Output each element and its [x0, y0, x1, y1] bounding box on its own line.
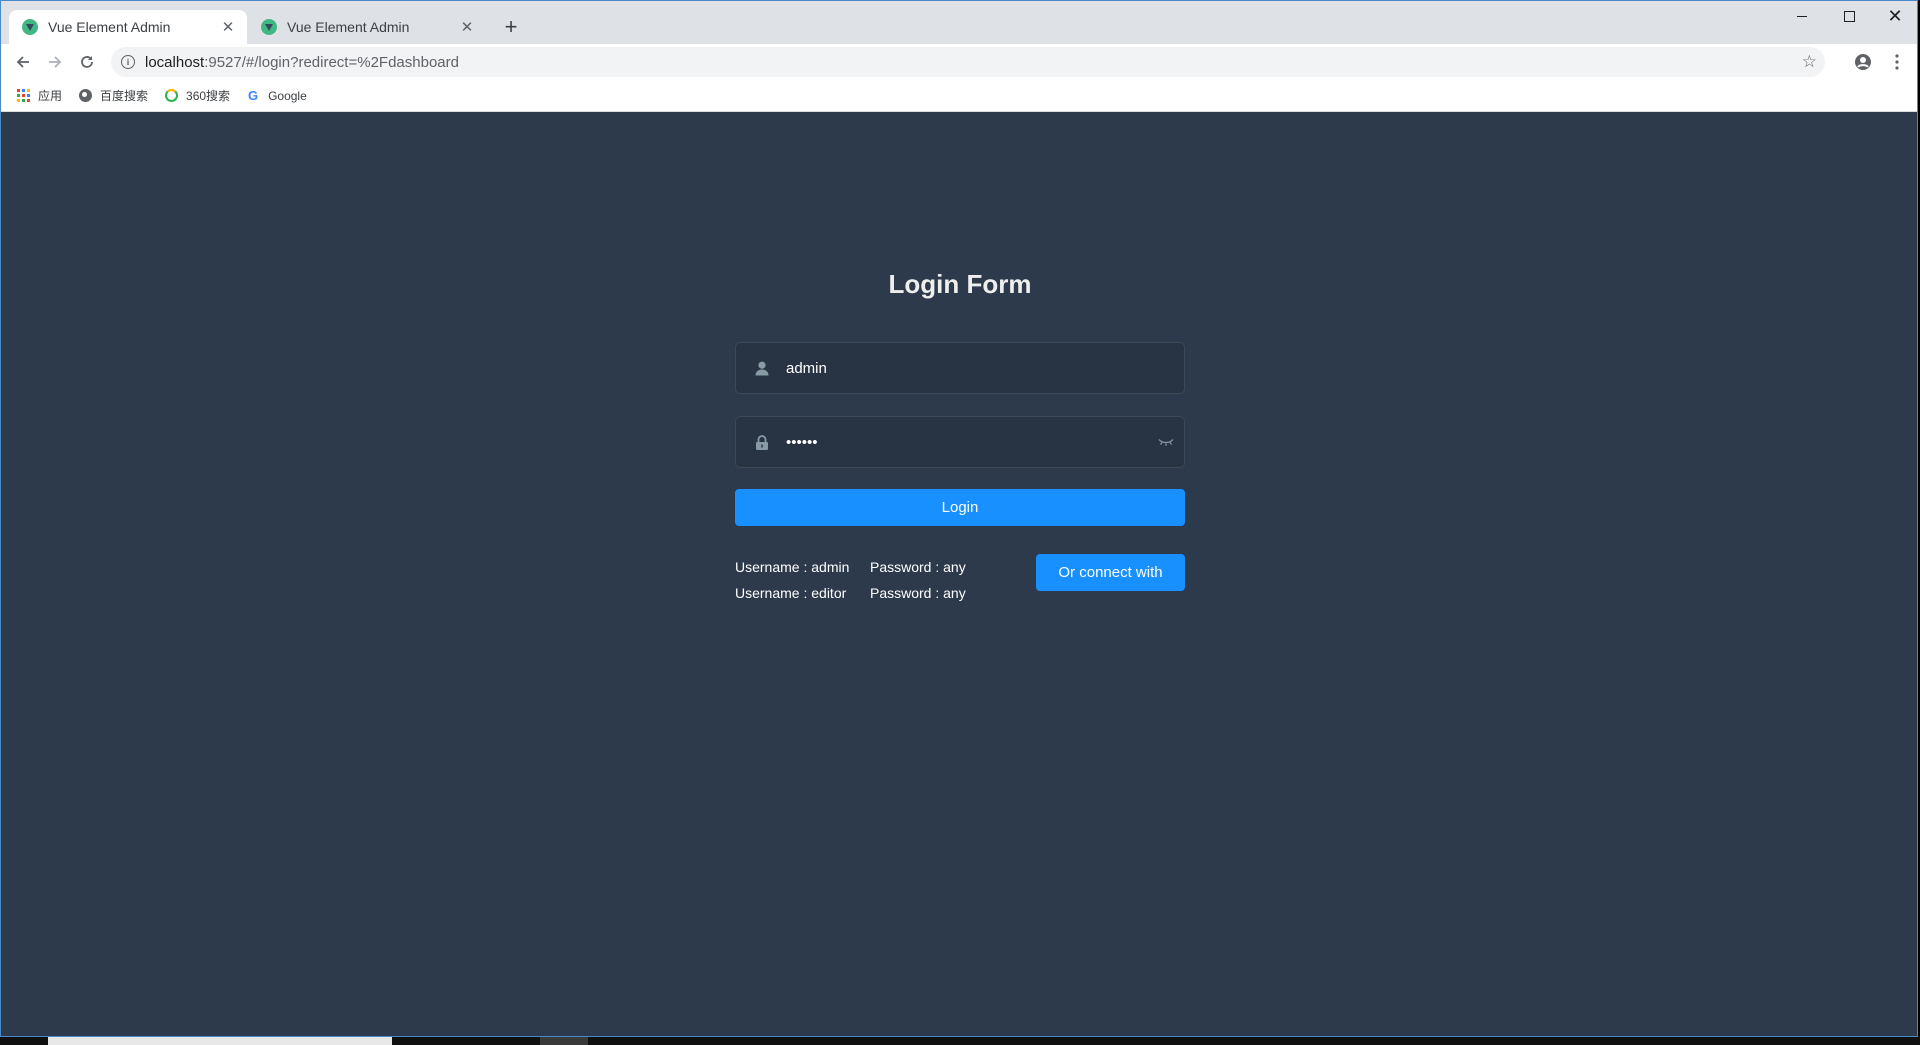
taskbar-item[interactable] — [48, 1037, 392, 1045]
back-icon[interactable] — [9, 48, 37, 76]
bookmark-label: 应用 — [38, 89, 63, 103]
bookmark-baidu[interactable]: 百度搜索 — [78, 87, 148, 104]
tab-title: Vue Element Admin — [48, 19, 171, 35]
tab-active[interactable]: Vue Element Admin ✕ — [9, 10, 247, 44]
url-host: localhost — [145, 53, 205, 71]
tip-password: Password : any — [870, 585, 966, 601]
login-page: Login Form Login Username : adm — [1, 113, 1917, 1036]
browser-window: Vue Element Admin ✕ Vue Element Admin ✕ … — [0, 0, 1918, 1037]
url-path: :9527/#/login?redirect=%2Fdashboard — [204, 53, 459, 71]
password-field[interactable] — [735, 416, 1185, 468]
forward-icon[interactable] — [41, 48, 69, 76]
new-tab-icon[interactable]: + — [499, 14, 523, 39]
user-icon — [750, 361, 774, 376]
bookmark-360[interactable]: 360搜索 — [164, 87, 230, 104]
username-field[interactable] — [735, 342, 1185, 394]
minimize-icon[interactable] — [1779, 1, 1825, 31]
window-close-icon[interactable]: ✕ — [1872, 1, 1917, 31]
connect-with-button[interactable]: Or connect with — [1036, 554, 1185, 591]
bookmarks-bar: 应用 百度搜索 360搜索 G Google — [1, 80, 1917, 112]
vue-favicon-icon — [261, 19, 277, 35]
eye-closed-icon[interactable] — [1154, 438, 1178, 446]
login-tips: Username : admin Password : any Username… — [735, 554, 966, 606]
bookmark-star-icon[interactable]: ☆ — [1802, 52, 1817, 72]
taskbar-item[interactable] — [540, 1037, 588, 1045]
taskbar — [0, 1037, 1920, 1045]
globe-icon — [78, 89, 92, 103]
apps-grid-icon — [16, 89, 30, 103]
360-icon — [164, 89, 178, 103]
login-title: Login Form — [888, 269, 1032, 299]
tip-username: Username : editor — [735, 585, 847, 601]
password-input[interactable] — [786, 418, 1154, 466]
tab-title: Vue Element Admin — [287, 19, 410, 35]
bookmark-label: 百度搜索 — [100, 89, 149, 103]
tip-row: Username : admin Password : any — [735, 554, 966, 580]
tip-password: Password : any — [870, 559, 966, 575]
username-input[interactable] — [786, 344, 1184, 392]
tip-username: Username : admin — [735, 559, 850, 575]
lock-icon — [750, 434, 774, 450]
bookmark-apps[interactable]: 应用 — [16, 87, 62, 104]
info-icon[interactable]: i — [121, 55, 135, 69]
menu-dots-icon[interactable] — [1883, 48, 1911, 76]
reload-icon[interactable] — [73, 48, 101, 76]
close-tab-icon[interactable]: ✕ — [219, 18, 237, 36]
address-bar[interactable]: i localhost:9527/#/login?redirect=%2Fdas… — [111, 47, 1825, 77]
tip-row: Username : editor Password : any — [735, 580, 966, 606]
vue-favicon-icon — [22, 19, 38, 35]
google-icon: G — [248, 88, 259, 103]
bookmark-google[interactable]: G Google — [246, 88, 307, 103]
browser-toolbar: i localhost:9527/#/login?redirect=%2Fdas… — [1, 44, 1917, 80]
tab-strip: Vue Element Admin ✕ Vue Element Admin ✕ … — [1, 1, 1917, 44]
account-icon[interactable] — [1849, 48, 1877, 76]
login-button[interactable]: Login — [735, 489, 1185, 526]
close-tab-icon[interactable]: ✕ — [458, 18, 476, 36]
tab-inactive[interactable]: Vue Element Admin ✕ — [248, 10, 486, 44]
maximize-icon[interactable] — [1826, 1, 1872, 31]
bookmark-label: Google — [268, 88, 307, 103]
bookmark-label: 360搜索 — [186, 89, 231, 103]
